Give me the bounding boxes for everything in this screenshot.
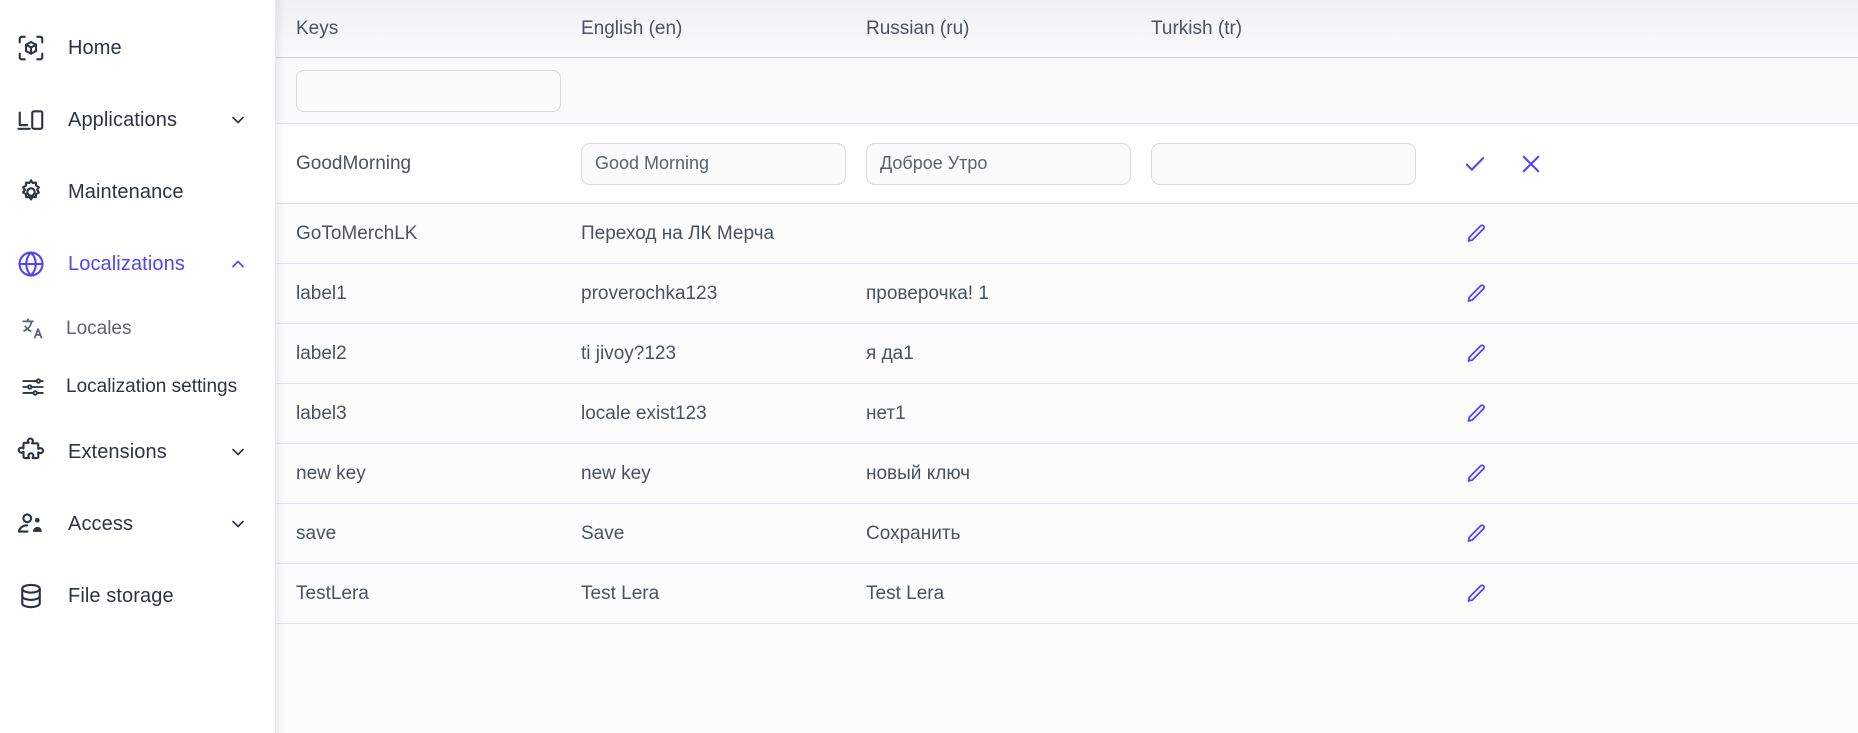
pencil-icon[interactable] [1464,342,1488,366]
sidebar-sub-item-label: Localization settings [66,376,237,398]
cell-russian: Сохранить [846,523,1131,545]
column-header-keys[interactable]: Keys [276,18,561,40]
cell-russian: нет1 [846,403,1131,425]
chevron-down-icon[interactable] [227,513,249,535]
pencil-icon[interactable] [1464,582,1488,606]
chevron-up-icon[interactable] [227,253,249,275]
table-row[interactable]: GoToMerchLK Переход на ЛК Мерча [276,204,1858,264]
sidebar-item-file-storage[interactable]: File storage [0,560,275,632]
sidebar-item-applications[interactable]: Applications [0,84,275,156]
check-icon[interactable] [1462,151,1488,177]
cell-key: label2 [276,343,561,365]
cell-english: ti jivoy?123 [561,343,846,365]
sidebar-item-label: Access [68,513,133,536]
cell-english: Save [561,523,846,545]
translate-icon [18,314,48,344]
row-actions [1416,222,1858,246]
close-icon[interactable] [1518,151,1544,177]
table-row[interactable]: label3 locale exist123 нет1 [276,384,1858,444]
sidebar-item-maintenance[interactable]: Maintenance [0,156,275,228]
table-row[interactable]: new key new key новый ключ [276,444,1858,504]
cell-english: proverochka123 [561,283,846,305]
cell-english: locale exist123 [561,403,846,425]
cell-key: label3 [276,403,561,425]
column-header-russian[interactable]: Russian (ru) [846,18,1131,40]
column-header-turkish[interactable]: Turkish (tr) [1131,18,1416,40]
cell-russian: новый ключ [846,463,1131,485]
row-actions [1416,402,1858,426]
sidebar-item-access[interactable]: Access [0,488,275,560]
cell-key: TestLera [276,583,561,605]
cell-key: GoToMerchLK [276,223,561,245]
cell-key: GoodMorning [276,153,561,175]
table-header-row: Keys English (en) Russian (ru) Turkish (… [276,0,1858,58]
column-header-english[interactable]: English (en) [561,18,846,40]
chevron-down-icon[interactable] [227,441,249,463]
table-row-editing: GoodMorning [276,124,1858,204]
pencil-icon[interactable] [1464,282,1488,306]
table-row[interactable]: label2 ti jivoy?123 я да1 [276,324,1858,384]
sidebar-sub-item-label: Locales [66,318,132,340]
app-root: Home Applications Maintenance [0,0,1858,733]
sidebar-item-localizations[interactable]: Localizations [0,228,275,300]
pencil-icon[interactable] [1464,402,1488,426]
table-filter-row [276,58,1858,124]
localization-keys-table: Keys English (en) Russian (ru) Turkish (… [276,0,1858,733]
cell-key: save [276,523,561,545]
row-actions [1416,462,1858,486]
table-row[interactable]: TestLera Test Lera Test Lera [276,564,1858,624]
row-actions [1416,342,1858,366]
cell-russian: проверочка! 1 [846,283,1131,305]
sliders-icon [18,372,48,402]
sidebar-item-label: Localizations [68,253,185,276]
cell-turkish-edit [1131,143,1416,185]
cell-russian-edit [846,143,1131,185]
table-row[interactable]: label1 proverochka123 проверочка! 1 [276,264,1858,324]
sidebar-item-localization-settings[interactable]: Localization settings [0,358,275,416]
devices-icon [14,103,48,137]
sidebar-item-label: Extensions [68,441,167,464]
sidebar-item-label: Maintenance [68,181,184,204]
russian-value-input[interactable] [866,143,1131,185]
cell-russian: я да1 [846,343,1131,365]
row-actions [1416,151,1858,177]
cell-english: Переход на ЛК Мерча [561,223,846,245]
puzzle-icon [14,435,48,469]
cell-english: Test Lera [561,583,846,605]
table-row[interactable]: save Save Сохранить [276,504,1858,564]
globe-icon [14,247,48,281]
users-icon [14,507,48,541]
cell-key: new key [276,463,561,485]
row-actions [1416,522,1858,546]
turkish-value-input[interactable] [1151,143,1416,185]
sidebar-item-label: File storage [68,585,174,608]
row-actions [1416,282,1858,306]
cell-key: label1 [276,283,561,305]
database-icon [14,579,48,613]
sidebar-item-locales[interactable]: Locales [0,300,275,358]
filter-cell-keys [276,70,561,112]
sidebar-item-extensions[interactable]: Extensions [0,416,275,488]
pencil-icon[interactable] [1464,222,1488,246]
sidebar-item-label: Home [68,37,122,60]
pencil-icon[interactable] [1464,522,1488,546]
cell-english-edit [561,143,846,185]
row-actions [1416,582,1858,606]
sidebar-item-home[interactable]: Home [0,12,275,84]
cube-scan-icon [14,31,48,65]
main-content: Keys English (en) Russian (ru) Turkish (… [275,0,1858,733]
sidebar: Home Applications Maintenance [0,0,275,733]
pencil-icon[interactable] [1464,462,1488,486]
gear-icon [14,175,48,209]
english-value-input[interactable] [581,143,846,185]
keys-filter-input[interactable] [296,70,561,112]
cell-english: new key [561,463,846,485]
chevron-down-icon[interactable] [227,109,249,131]
cell-russian: Test Lera [846,583,1131,605]
sidebar-item-label: Applications [68,109,177,132]
